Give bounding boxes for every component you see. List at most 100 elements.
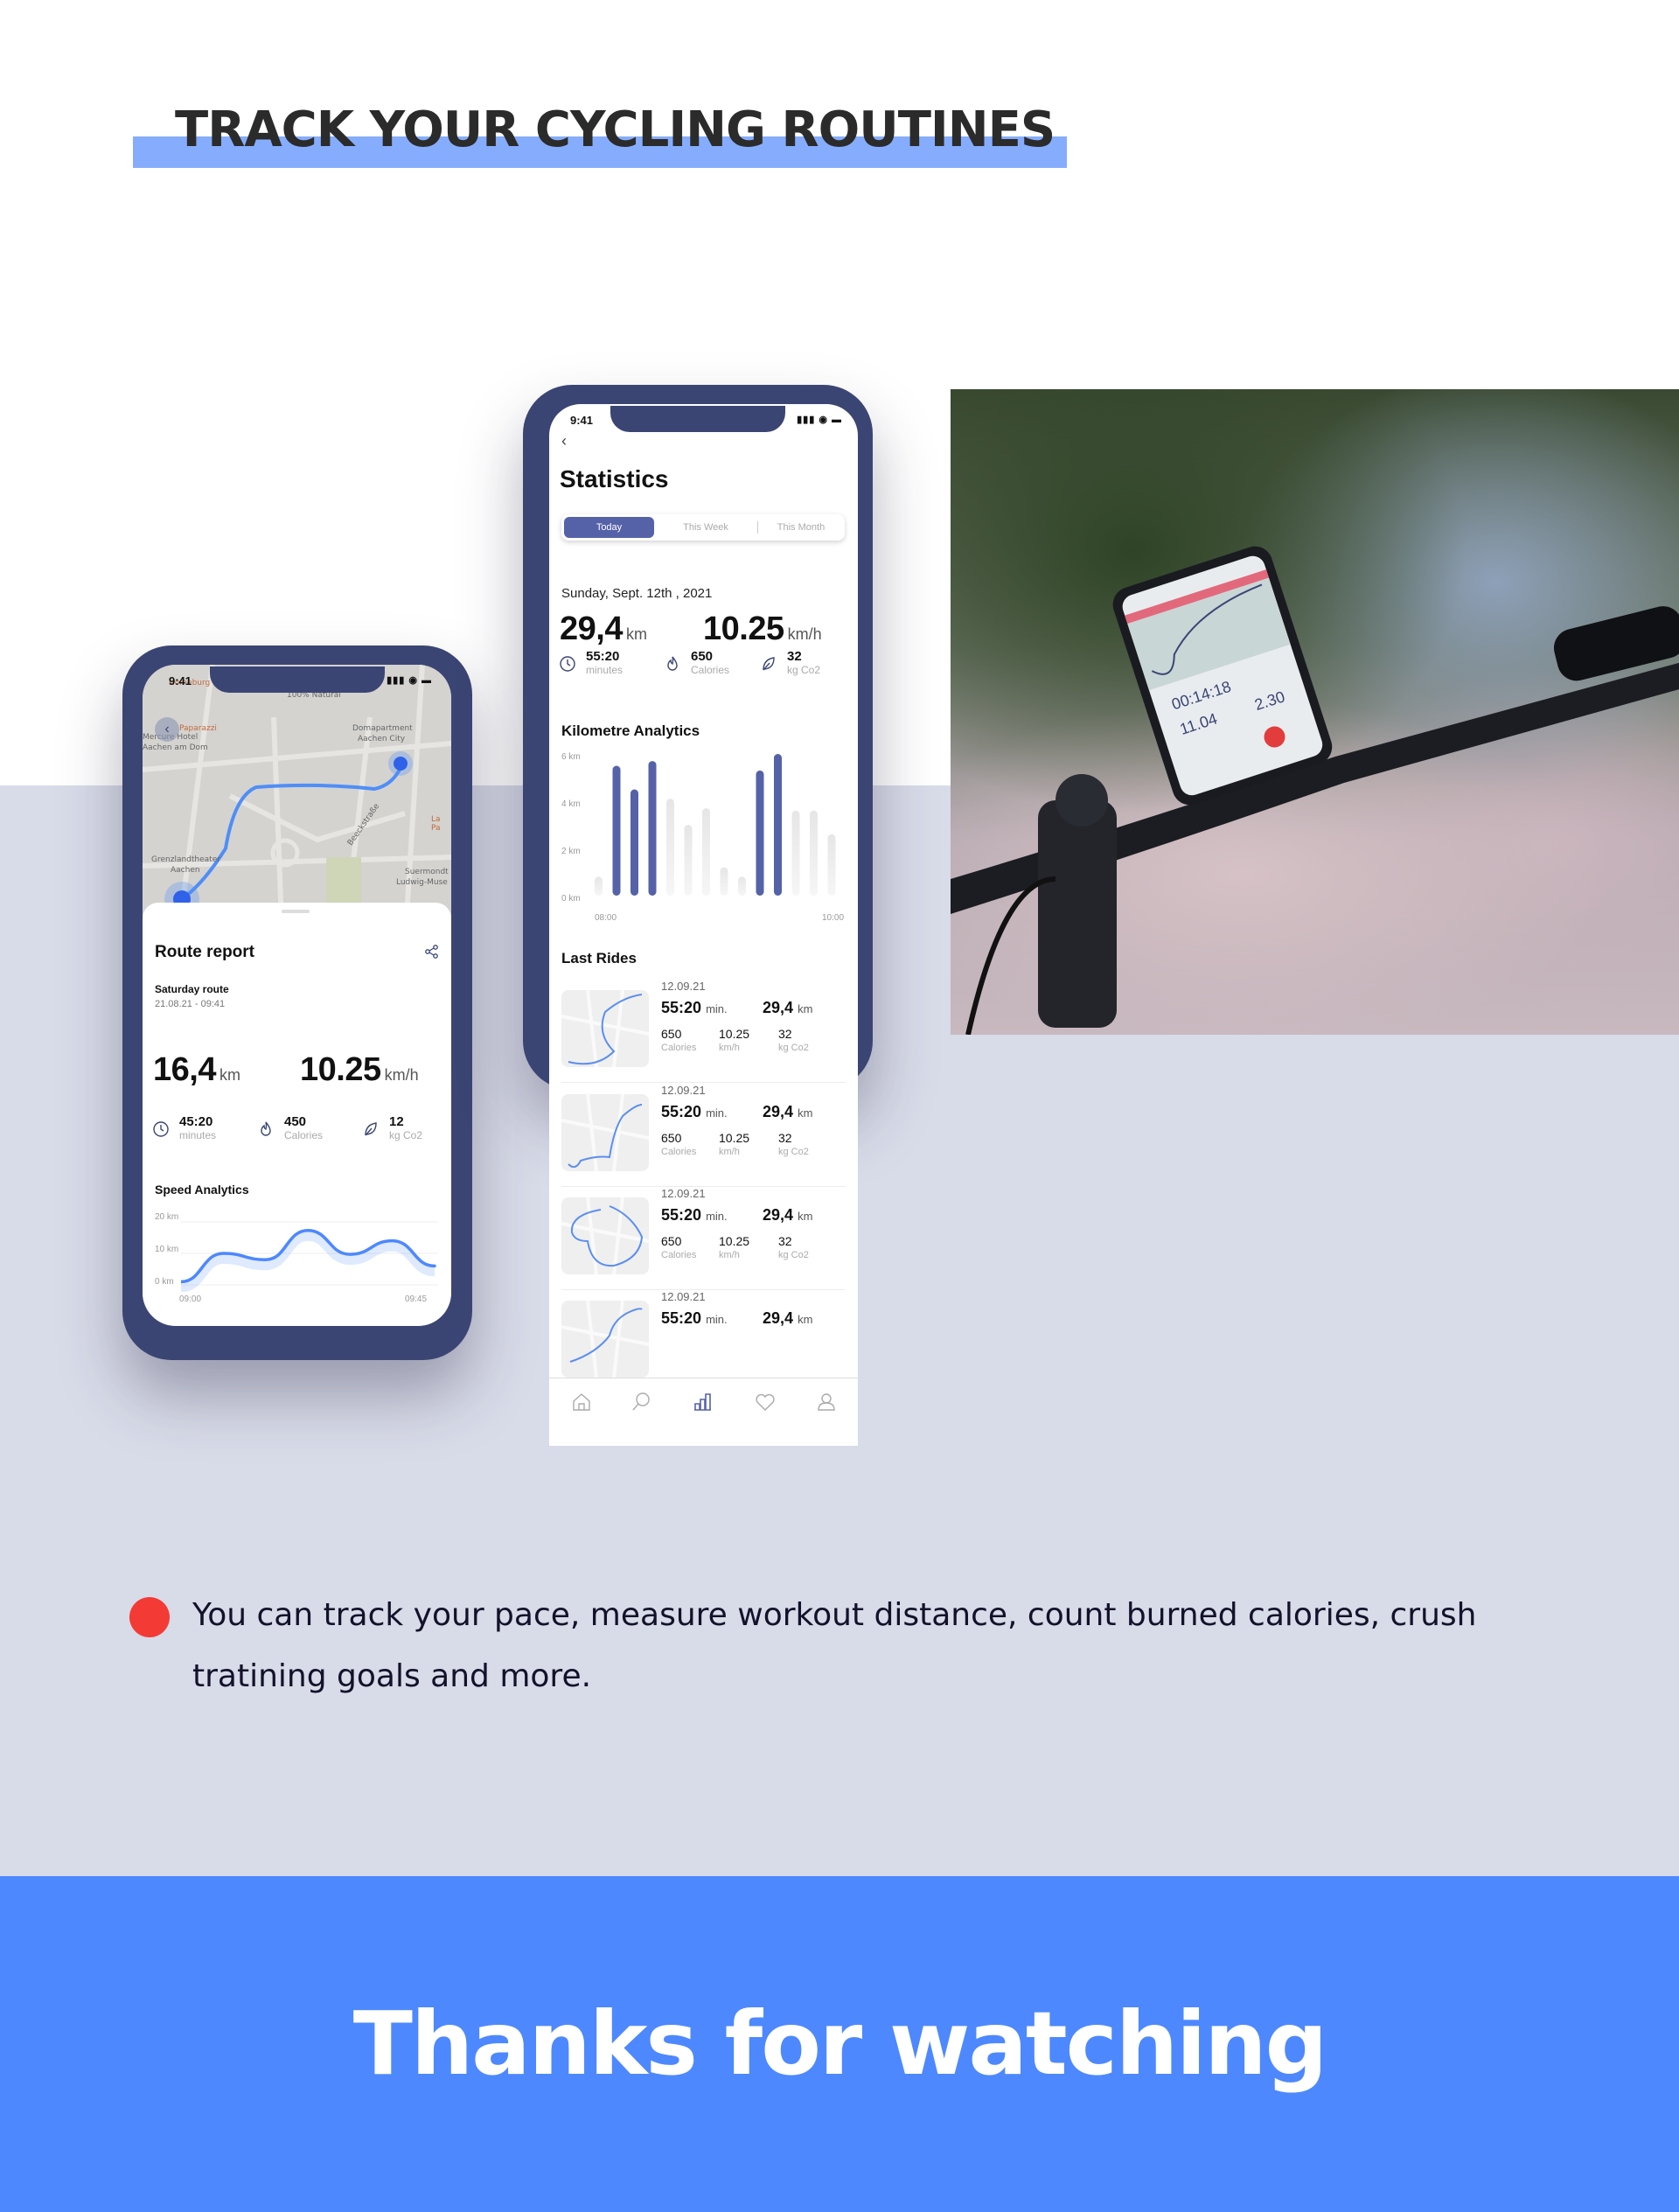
share-icon[interactable]: [425, 945, 439, 959]
speed-value: 10.25: [703, 611, 784, 647]
total-distance: 29,4 km: [560, 611, 647, 648]
km-bar: [791, 810, 800, 896]
y-tick-label: 0 km: [561, 894, 581, 904]
ride-speed-value: 10.25: [719, 1027, 750, 1041]
clock-icon: [560, 656, 575, 672]
ride-list-item[interactable]: 12.09.21 55:20 min. 29,4 km 650 Calories 1…: [561, 1084, 846, 1187]
ride-calories: 650 Calories: [661, 1027, 696, 1055]
ride-speed-value: 10.25: [719, 1234, 750, 1248]
statistics-title: Statistics: [560, 465, 669, 492]
route-distance: 16,4 km: [153, 1051, 240, 1089]
ride-duration-unit: min.: [706, 1313, 728, 1326]
tab-this-week[interactable]: This Week: [658, 517, 754, 538]
ride-distance-unit: km: [798, 1210, 813, 1223]
map-label: Grenzlandtheater: [151, 855, 220, 864]
ride-duration-unit: min.: [706, 1210, 728, 1223]
km-bar: [774, 754, 782, 896]
route-line: [180, 767, 402, 901]
signal-wifi-battery-icon: ▮▮▮ ◉ ▬: [387, 675, 432, 686]
speed-line-glow: [181, 1230, 435, 1292]
stat-label: kg Co2: [787, 664, 821, 676]
km-bar: [720, 867, 728, 896]
ride-calories: 650 Calories: [661, 1131, 696, 1159]
km-bar: [595, 876, 603, 896]
map-label: Aachen City: [358, 735, 406, 743]
stat-value: 55:20: [586, 649, 620, 664]
photo-illustration: 00:14:18 11.04 2.30: [951, 546, 1679, 1035]
ride-distance-value: 29,4: [763, 999, 794, 1016]
ride-calories-label: Calories: [661, 1147, 697, 1157]
back-button[interactable]: ‹: [155, 717, 179, 742]
ride-co2: 32 kg Co2: [778, 1131, 809, 1159]
map-label: Domapartment: [352, 724, 413, 733]
y-tick-label: 20 km: [155, 1212, 179, 1222]
sheet-drag-handle[interactable]: [282, 910, 310, 913]
tab-divider: [757, 521, 758, 534]
speed-analytics-chart: [181, 1221, 438, 1292]
speed-value: 10.25: [300, 1051, 381, 1088]
period-tabs: Today This Week This Month: [561, 514, 845, 541]
stat-label: Calories: [284, 1129, 324, 1141]
distance-unit: km: [625, 625, 647, 643]
km-bar: [827, 834, 836, 896]
ride-date: 12.09.21: [661, 1187, 706, 1200]
average-speed: 10.25 km/h: [703, 611, 822, 648]
search-icon[interactable]: [630, 1391, 652, 1413]
ride-distance-value: 29,4: [763, 1309, 794, 1327]
ride-speed: 10.25 km/h: [719, 1131, 749, 1159]
map-label: Paparazzi: [179, 724, 217, 733]
ride-date: 12.09.21: [661, 1084, 706, 1097]
ride-duration-value: 55:20: [661, 1309, 702, 1327]
km-bar: [738, 876, 746, 896]
ride-calories-value: 650: [661, 1234, 682, 1248]
route-datetime: 21.08.21 - 09:41: [155, 999, 226, 1009]
y-tick-label: 6 km: [561, 752, 581, 762]
bike-handlebar-photo: 00:14:18 11.04 2.30: [951, 389, 1679, 1035]
status-bar: 9:41 ▮▮▮ ◉ ▬: [549, 411, 858, 430]
ride-calories-value: 650: [661, 1131, 682, 1145]
user-icon[interactable]: [815, 1391, 838, 1413]
km-bar: [612, 765, 621, 896]
feature-description: You can track your pace, measure workout…: [192, 1597, 1477, 1694]
tab-this-month[interactable]: This Month: [759, 517, 843, 538]
x-tick-label: 09:00: [179, 1294, 202, 1304]
distance-value: 16,4: [153, 1051, 216, 1088]
route-name: Saturday route: [155, 983, 229, 995]
route-report-screen: Homeburg Paparazzi 100% Natural Domapart…: [143, 665, 451, 1326]
ride-route-thumbnail: [561, 1094, 649, 1171]
km-bar: [648, 761, 657, 896]
ride-co2-label: kg Co2: [778, 1147, 809, 1157]
ride-co2-label: kg Co2: [778, 1250, 809, 1260]
ride-list-item[interactable]: 12.09.21 55:20 min. 29,4 km 650 Calories 1…: [561, 1187, 846, 1290]
km-bar: [756, 770, 764, 896]
footer-title: Thanks for watching: [352, 1992, 1327, 2095]
x-tick-label: 10:00: [822, 913, 845, 923]
ride-speed-label: km/h: [719, 1043, 740, 1053]
map-label: Aachen am Dom: [143, 743, 208, 752]
stat-value: 450: [284, 1114, 307, 1129]
page-heading: TRACK YOUR CYCLING ROUTINES: [133, 96, 1067, 170]
ride-duration-value: 55:20: [661, 1103, 702, 1120]
ride-duration: 55:20 min.: [661, 1206, 728, 1225]
ride-date: 12.09.21: [661, 1290, 706, 1303]
stat-co2: 32 kg Co2: [759, 649, 820, 676]
stem-cap: [1055, 774, 1108, 827]
last-rides-title: Last Rides: [561, 950, 637, 966]
x-tick-label: 08:00: [595, 913, 617, 923]
ride-route-thumbnail: [561, 990, 649, 1067]
flame-icon: [261, 1121, 271, 1136]
distance-value: 29,4: [560, 611, 623, 647]
tab-today[interactable]: Today: [564, 517, 654, 538]
kilometre-analytics-chart: [595, 754, 836, 896]
back-button[interactable]: ‹: [561, 432, 567, 450]
home-icon[interactable]: [570, 1391, 593, 1413]
stat-label: kg Co2: [389, 1129, 423, 1141]
statistics-screen: 9:41 ▮▮▮ ◉ ▬ ‹ Statistics Today This Wee…: [549, 404, 858, 1446]
stat-calories: 450 Calories: [256, 1114, 323, 1141]
ride-list-item[interactable]: 12.09.21 55:20 min. 29,4 km 650 Calories 1…: [561, 980, 846, 1083]
heart-icon[interactable]: [754, 1391, 777, 1413]
ride-co2-value: 32: [778, 1234, 792, 1248]
distance-unit: km: [219, 1066, 240, 1084]
bar-chart-icon[interactable]: [692, 1391, 714, 1413]
stat-co2: 12 kg Co2: [361, 1114, 422, 1141]
